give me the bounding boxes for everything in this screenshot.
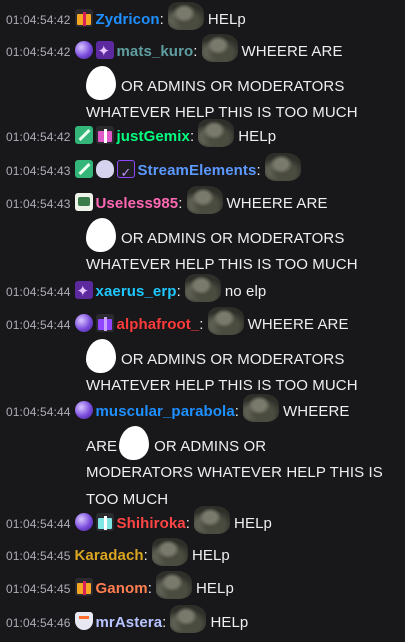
timestamp: 01:04:54:46	[6, 616, 71, 630]
message-text: MODERATORS WHATEVER HELP THIS IS	[86, 464, 383, 481]
chat-message: 01:04:54:44xaerus_erp:no elp	[0, 274, 405, 306]
username[interactable]: justGemix	[117, 128, 190, 145]
message-text: WHEERE ARE	[241, 43, 343, 60]
timestamp: 01:04:54:42	[6, 13, 71, 27]
timestamp: 01:04:54:42	[6, 130, 71, 144]
sword-badge-icon[interactable]	[74, 126, 93, 144]
username[interactable]: Ganom	[96, 580, 148, 597]
message-text: HELp	[210, 614, 249, 631]
chat-message: 01:04:54:44 muscular_parabola: WHEERE ARE O…	[0, 394, 405, 513]
orb-badge-icon[interactable]	[74, 314, 93, 332]
emote-icon[interactable]	[264, 153, 301, 181]
username[interactable]: xaerus_erp	[96, 283, 177, 300]
chat-log: 01:04:54:42Zydricon:HELp 01:04:54:42mats…	[0, 0, 405, 642]
emote-icon[interactable]	[151, 538, 188, 566]
emote-icon[interactable]	[155, 571, 192, 599]
emote-icon[interactable]	[207, 307, 244, 335]
wolf-badge-icon[interactable]	[95, 160, 114, 178]
message-text: WHATEVER HELP THIS IS TOO MUCH	[86, 256, 358, 273]
emote-icon[interactable]	[201, 34, 238, 62]
timestamp: 01:04:54:44	[6, 285, 71, 299]
sub-badge-icon[interactable]	[74, 279, 93, 306]
message-text: OR ADMINS OR	[154, 437, 267, 455]
chat-message: 01:04:54:44 Shihiroka: HELp	[0, 506, 405, 538]
chat-message: 01:04:54:42 Zydricon: HELp	[0, 2, 405, 34]
orb-badge-icon[interactable]	[74, 41, 93, 59]
message-text: OR ADMINS OR MODERATORS	[121, 77, 345, 95]
chat-message: 01:04:54:45 Ganom: HELp	[0, 571, 405, 603]
emote-icon[interactable]	[186, 186, 223, 214]
chat-message: 01:04:54:43 Useless985: WHEERE ARE OR ADMI…	[0, 186, 405, 279]
timestamp: 01:04:54:42	[6, 45, 71, 59]
gift-badge-icon[interactable]	[74, 578, 93, 596]
timestamp: 01:04:54:44	[6, 318, 71, 332]
emote-icon[interactable]	[243, 394, 280, 422]
sub-badge-icon[interactable]	[95, 39, 114, 66]
username[interactable]: StreamElements	[138, 162, 257, 179]
white-blob-emote-icon[interactable]	[86, 217, 116, 252]
username[interactable]: Karadach	[75, 547, 144, 564]
username[interactable]: alphafroot_	[117, 316, 200, 333]
username[interactable]: Useless985	[96, 195, 179, 212]
username[interactable]: mats_kuro	[117, 43, 194, 60]
message-text: HELp	[238, 128, 277, 145]
message-text: HELp	[191, 547, 230, 564]
emote-icon[interactable]	[170, 605, 207, 633]
timestamp: 01:04:54:43	[6, 164, 71, 178]
chat-message: 01:04:54:45 Karadach: HELp	[0, 538, 405, 570]
sword-badge-icon[interactable]	[74, 160, 93, 178]
timestamp: 01:04:54:43	[6, 197, 71, 211]
chat-message: 01:04:54:46 mrAstera: HELp	[0, 605, 405, 637]
orb-badge-icon[interactable]	[74, 401, 93, 419]
chat-message: 01:04:54:44 alphafroot_: WHEERE ARE OR ADM…	[0, 307, 405, 400]
shield-badge-icon[interactable]	[74, 612, 93, 630]
timestamp: 01:04:54:45	[6, 582, 71, 596]
message-text: ARE	[86, 437, 118, 455]
message-text: WHEERE	[283, 403, 350, 420]
message-text: TOO MUCH	[86, 490, 169, 508]
timestamp: 01:04:54:45	[6, 549, 71, 563]
gift-badge-icon[interactable]	[74, 9, 93, 27]
message-text: WHATEVER HELP THIS IS TOO MUCH	[86, 377, 358, 394]
chat-message: 01:04:54:42 justGemix: HELp	[0, 119, 405, 151]
message-text: WHEERE ARE	[226, 195, 328, 212]
message-text: HELp	[207, 11, 246, 28]
username[interactable]: Zydricon	[96, 11, 160, 28]
white-blob-emote-icon[interactable]	[86, 338, 116, 373]
chat-message: 01:04:54:43StreamElements:	[0, 153, 405, 187]
emote-icon[interactable]	[167, 2, 204, 30]
emote-icon[interactable]	[184, 274, 221, 302]
message-text: OR ADMINS OR MODERATORS	[121, 229, 345, 247]
moderator-badge-icon[interactable]	[116, 160, 135, 187]
timestamp: 01:04:54:44	[6, 405, 71, 419]
message-text: no elp	[224, 283, 267, 300]
username[interactable]: mrAstera	[96, 614, 163, 631]
chat-message: 01:04:54:42mats_kuro:WHEERE ARE OR ADMIN…	[0, 34, 405, 127]
username[interactable]: Shihiroka	[117, 515, 186, 532]
timestamp: 01:04:54:44	[6, 517, 71, 531]
white-blob-emote-icon[interactable]	[119, 425, 150, 460]
gift-badge-icon[interactable]	[95, 314, 114, 332]
emote-icon[interactable]	[194, 506, 231, 534]
emote-icon[interactable]	[198, 119, 235, 147]
gift-badge-icon[interactable]	[95, 126, 114, 144]
message-text: WHEERE ARE	[247, 316, 349, 333]
username[interactable]: muscular_parabola	[96, 403, 235, 420]
turbo-badge-icon[interactable]	[74, 193, 93, 211]
white-blob-emote-icon[interactable]	[86, 65, 116, 100]
message-text: HELp	[195, 580, 234, 597]
orb-badge-icon[interactable]	[74, 513, 93, 531]
message-text: HELp	[234, 515, 272, 532]
message-text: OR ADMINS OR MODERATORS	[121, 350, 345, 368]
gift-badge-icon[interactable]	[95, 513, 114, 531]
